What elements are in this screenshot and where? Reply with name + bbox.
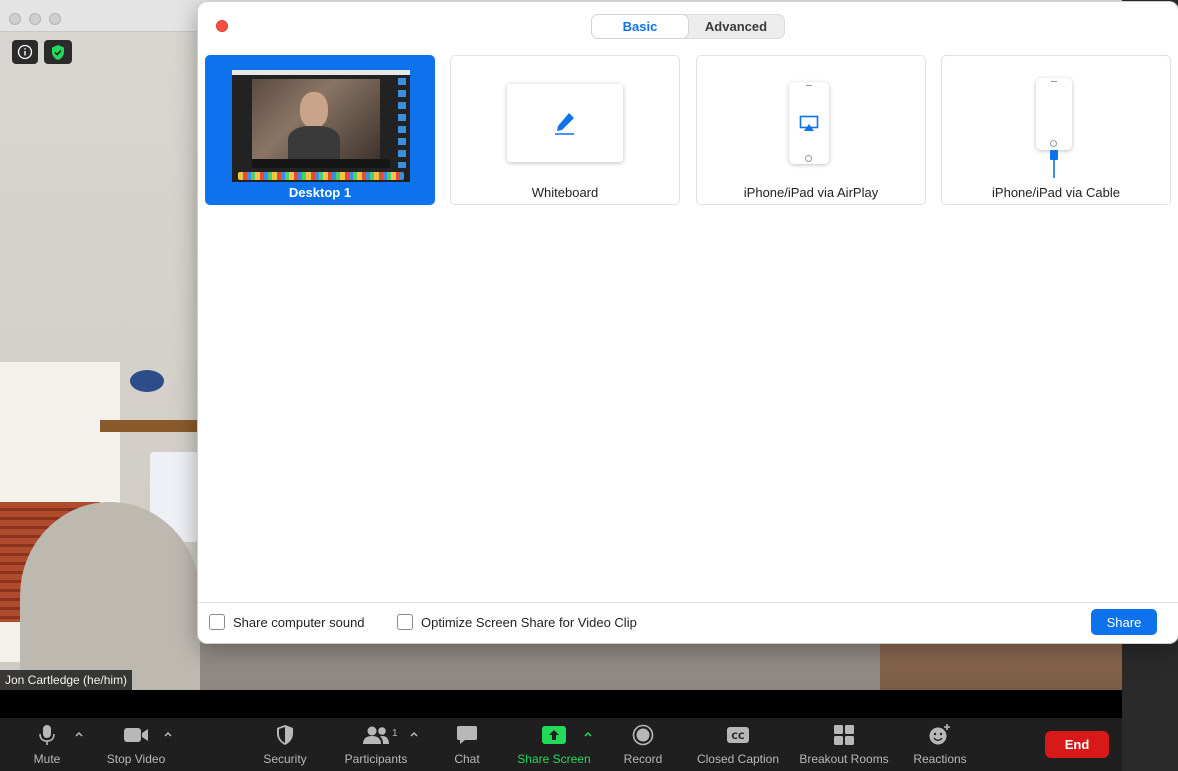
phone-speaker (806, 85, 812, 86)
thumb-menubar (232, 70, 410, 75)
closed-caption-icon: CC (727, 727, 749, 743)
thumb-shirt (288, 126, 340, 160)
share-screen-icon (542, 726, 566, 744)
thumb-desktop-icons (398, 78, 406, 168)
video-options-caret[interactable] (163, 729, 173, 739)
whiteboard-card (507, 84, 623, 162)
phone-speaker (1051, 81, 1057, 82)
closed-caption-button[interactable]: CC Closed Caption (692, 718, 784, 771)
desktop-1-label: Desktop 1 (288, 185, 352, 200)
chat-button[interactable]: Chat (448, 718, 486, 771)
share-mode-tabs: Basic Advanced (591, 14, 785, 39)
optimize-video-label: Optimize Screen Share for Video Clip (421, 614, 637, 630)
meeting-toolbar: Mute Stop Video Security 1 Participants … (0, 718, 1122, 771)
window-zoom-button[interactable] (49, 13, 61, 25)
share-button[interactable]: Share (1091, 609, 1157, 635)
thumb-toolbar (252, 159, 390, 168)
end-meeting-button[interactable]: End (1045, 731, 1109, 758)
iphone-cable-illustration (1036, 78, 1072, 150)
airplay-icon (799, 115, 819, 131)
reactions-button[interactable]: Reactions (910, 718, 970, 771)
record-icon (632, 724, 654, 746)
share-options-caret[interactable] (583, 729, 593, 739)
meeting-info-button[interactable] (12, 40, 38, 64)
closed-caption-label: Closed Caption (696, 752, 780, 766)
airplay-label: iPhone/iPad via AirPlay (743, 185, 879, 200)
thumb-dock (238, 172, 404, 180)
share-option-desktop-1[interactable]: Desktop 1 (205, 55, 435, 205)
share-screen-label: Share Screen (517, 752, 591, 766)
share-option-whiteboard[interactable]: Whiteboard (450, 55, 680, 205)
window-close-button[interactable] (9, 13, 21, 25)
phone-home-button (805, 155, 812, 162)
dialog-footer-divider (198, 602, 1178, 603)
tab-basic[interactable]: Basic (592, 15, 688, 38)
window-minimize-button[interactable] (29, 13, 41, 25)
video-teapot (130, 370, 164, 392)
svg-text:CC: CC (731, 732, 745, 742)
thumb-face (300, 92, 328, 128)
tab-advanced[interactable]: Advanced (688, 15, 784, 38)
desktop-thumbnail (232, 70, 410, 182)
participants-label: Participants (344, 752, 408, 766)
security-label: Security (263, 752, 307, 766)
participants-options-caret[interactable] (409, 729, 419, 739)
participants-icon (363, 726, 389, 744)
whiteboard-label: Whiteboard (531, 185, 599, 200)
video-camera-icon (124, 728, 148, 742)
participants-button[interactable]: 1 Participants (338, 718, 414, 771)
breakout-rooms-button[interactable]: Breakout Rooms (796, 718, 892, 771)
mute-label: Mute (33, 752, 61, 766)
reactions-icon (929, 724, 950, 745)
participant-name-label: Jon Cartledge (he/him) (0, 670, 133, 690)
chat-bubble-icon (457, 726, 477, 744)
audio-options-caret[interactable] (74, 729, 84, 739)
share-option-airplay[interactable]: iPhone/iPad via AirPlay (696, 55, 926, 205)
participants-count-badge: 1 (392, 728, 398, 739)
encryption-status-button[interactable] (44, 40, 72, 64)
record-button[interactable]: Record (620, 718, 666, 771)
video-shelf (100, 420, 198, 432)
breakout-rooms-icon (834, 725, 854, 745)
share-screen-button[interactable]: Share Screen (514, 718, 594, 771)
pen-icon (555, 113, 574, 135)
cable-icon (1050, 150, 1058, 178)
microphone-icon (39, 725, 55, 745)
cable-label: iPhone/iPad via Cable (992, 185, 1120, 200)
stop-video-label: Stop Video (106, 752, 166, 766)
share-sound-option[interactable]: Share computer sound (209, 614, 365, 630)
video-bottom-strip (0, 690, 1122, 718)
security-button[interactable]: Security (258, 718, 312, 771)
video-person-shoulder (20, 502, 200, 690)
phone-home-button (1050, 140, 1057, 147)
optimize-video-option[interactable]: Optimize Screen Share for Video Clip (397, 614, 637, 630)
chat-label: Chat (454, 752, 480, 766)
share-sound-label: Share computer sound (233, 614, 365, 630)
optimize-video-checkbox[interactable] (397, 614, 413, 630)
breakout-rooms-label: Breakout Rooms (799, 752, 889, 766)
info-icon (17, 44, 33, 60)
shield-check-icon (52, 44, 64, 60)
dialog-close-button[interactable] (216, 20, 228, 32)
iphone-airplay-illustration (789, 82, 829, 164)
reactions-label: Reactions (913, 752, 967, 766)
shield-icon (277, 725, 293, 745)
share-sound-checkbox[interactable] (209, 614, 225, 630)
record-label: Record (623, 752, 663, 766)
stop-video-button[interactable]: Stop Video (102, 718, 170, 771)
mute-button[interactable]: Mute (26, 718, 68, 771)
share-option-cable[interactable]: iPhone/iPad via Cable (941, 55, 1171, 205)
share-screen-dialog: Basic Advanced Desktop 1 Whiteboard iPho… (198, 2, 1178, 643)
